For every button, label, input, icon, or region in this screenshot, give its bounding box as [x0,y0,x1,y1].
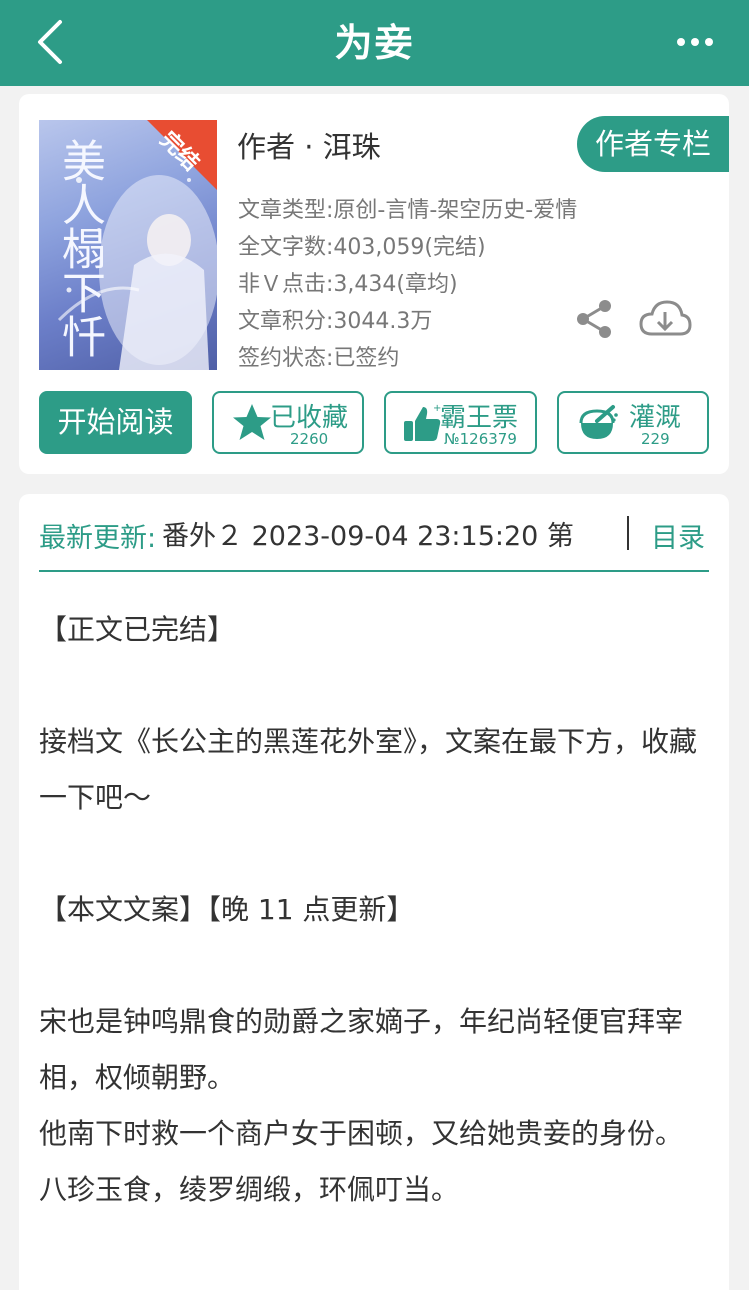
description-line: 八珍玉食，绫罗绸缎，环佩叮当。 [39,1173,460,1206]
book-type: 文章类型:原创-言情-架空历史-爱情 [238,198,578,223]
book-description: 【正文已完结】 接档文《长公主的黑莲花外室》，文案在最下方，收藏一下吧～ 【本文… [39,602,709,1218]
collect-button[interactable]: 已收藏 2260 [212,391,364,454]
latest-update-text[interactable]: 番外２ 2023-09-04 23:15:20 第 [162,514,588,554]
description-line [39,658,709,714]
author-name[interactable]: 作者 · 洱珠 [237,124,381,166]
vote-label: 霸王票 [440,403,519,433]
update-underline [39,570,709,572]
water-count: 229 [641,430,670,448]
description-line: 接档文《长公主的黑莲花外室》，文案在最下方，收藏一下吧～ [39,725,698,814]
cover-title: 美人榻下忏 [54,138,105,358]
catalog-link[interactable]: 目录 [651,516,705,555]
water-label: 灌溉 [629,403,682,433]
star-icon [233,404,271,440]
collect-label: 已收藏 [270,403,349,433]
update-divider [627,516,629,550]
share-icon[interactable] [575,298,615,340]
book-score: 文章积分:3044.3万 [238,309,433,334]
collect-count: 2260 [290,430,329,448]
description-card: 最新更新: 番外２ 2023-09-04 23:15:20 第 目录 【正文已完… [19,494,729,1290]
vote-count: №126379 [444,430,517,448]
vote-button[interactable]: + 霸王票 №126379 [384,391,537,454]
top-bar: 为妾 [0,0,749,86]
cloud-download-icon[interactable] [638,298,692,340]
description-line: 【本文文案】【晚 11 点更新】 [39,893,415,926]
description-line: 【正文已完结】 [39,613,236,646]
page-title: 为妾 [334,21,415,65]
start-reading-button[interactable]: 开始阅读 [39,391,192,454]
latest-update-label: 最新更新: [39,523,157,554]
watering-flask-icon [579,405,618,439]
book-word-count: 全文字数:403,059(完结) [238,235,486,260]
author-column-button[interactable]: 作者专栏 [577,116,729,172]
book-cover[interactable]: 美人榻下忏 完结 [39,120,217,370]
book-info-card: 美人榻下忏 完结 作者 · 洱珠 作者专栏 文章类型:原创-言情-架空历史-爱情… [19,94,729,474]
more-dots-icon[interactable] [675,28,715,56]
water-button[interactable]: 灌溉 229 [557,391,709,454]
description-line [39,938,709,994]
description-line: 宋也是钟鸣鼎食的勋爵之家嫡子，年纪尚轻便官拜宰相，权倾朝野。 [39,1005,684,1094]
description-line [39,826,709,882]
thumbs-up-icon: + [404,403,441,441]
book-clicks: 非Ｖ点击:3,434(章均) [238,272,458,297]
book-sign-status: 签约状态:已签约 [238,346,400,371]
description-line: 他南下时救一个商户女于困顿，又给她贵妾的身份。 [39,1117,684,1150]
